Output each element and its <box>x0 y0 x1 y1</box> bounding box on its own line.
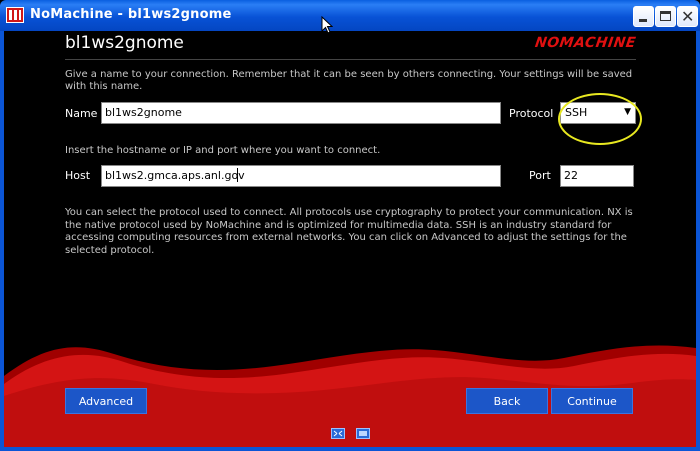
window-frame-bottom <box>0 447 700 451</box>
connection-title: bl1ws2gnome <box>65 33 184 53</box>
nomachine-app-icon[interactable] <box>6 7 24 23</box>
host-label: Host <box>65 169 91 182</box>
window-title: NoMachine - bl1ws2gnome <box>30 7 232 22</box>
name-description: Give a name to your connection. Remember… <box>65 69 633 92</box>
protocol-label: Protocol <box>509 107 554 120</box>
minimize-button[interactable] <box>633 6 654 27</box>
close-icon: ✕ <box>681 7 695 26</box>
mouse-pointer-icon <box>321 16 333 34</box>
highlight-annotation-circle <box>558 93 642 145</box>
content-area: bl1ws2gnome NOMACHINE Give a name to you… <box>4 31 696 447</box>
nomachine-logo: NOMACHINE <box>533 35 638 51</box>
header-divider <box>65 59 636 60</box>
protocol-description: You can select the protocol used to conn… <box>65 207 633 256</box>
fullscreen-icon[interactable] <box>331 428 345 439</box>
window-frame-right <box>696 31 700 451</box>
host-input[interactable]: bl1ws2.gmca.aps.anl.gov <box>101 165 501 187</box>
text-caret <box>237 168 238 182</box>
continue-button[interactable]: Continue <box>551 388 633 414</box>
maximize-button[interactable] <box>655 6 676 27</box>
name-input[interactable]: bl1ws2gnome <box>101 102 501 124</box>
advanced-button[interactable]: Advanced <box>65 388 147 414</box>
port-input[interactable]: 22 <box>560 165 634 187</box>
host-description: Insert the hostname or IP and port where… <box>65 145 381 156</box>
close-button[interactable]: ✕ <box>677 6 698 27</box>
name-label: Name <box>65 107 98 120</box>
maximize-icon <box>660 11 671 21</box>
display-icon[interactable] <box>356 428 370 439</box>
window-titlebar[interactable]: NoMachine - bl1ws2gnome ✕ <box>0 0 700 31</box>
back-button[interactable]: Back <box>466 388 548 414</box>
port-label: Port <box>529 169 551 182</box>
minimize-icon <box>639 19 647 22</box>
